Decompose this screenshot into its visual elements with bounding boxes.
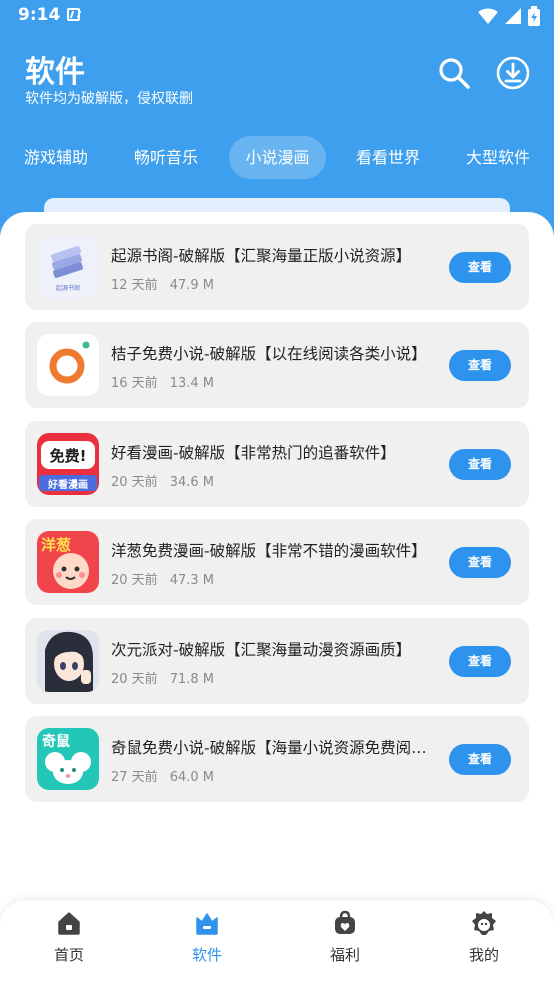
app-title: 次元派对-破解版【汇聚海量动漫资源画质】 <box>111 641 412 659</box>
nav-welfare[interactable]: 福利 <box>300 910 390 978</box>
book-stack-icon: 起源书阁 <box>37 236 99 298</box>
anime-girl-icon <box>37 630 99 692</box>
app-meta: 20 天前 47.3 M <box>111 569 214 588</box>
view-button[interactable]: 查看 <box>449 646 511 677</box>
software-icon <box>196 913 218 935</box>
bottom-navigation: 首页 软件 福利 我的 <box>0 900 554 984</box>
status-time: 9:14 <box>18 5 61 25</box>
app-size: 34.6 M <box>169 475 214 490</box>
view-button[interactable]: 查看 <box>449 252 511 283</box>
mouse-novel-icon: 奇鼠 <box>37 728 99 790</box>
orange-ring-icon <box>37 334 99 396</box>
home-icon <box>58 912 80 935</box>
wifi-icon <box>478 8 498 24</box>
page-subtitle: 软件均为破解版，侵权联删 <box>25 91 193 107</box>
app-meta: 20 天前 71.8 M <box>111 668 214 687</box>
list-item[interactable]: 奇鼠 奇鼠免费小说-破解版【海量小说资源免费阅读】 27 天前 64.0 M 查看 <box>25 716 529 802</box>
list-item[interactable]: 洋葱 洋葱免费漫画-破解版【非常不错的漫画软件】 20 天前 47.3 M 查看 <box>25 519 529 605</box>
gift-bag-icon <box>335 910 355 934</box>
app-updated: 16 天前 <box>111 376 158 391</box>
tab-music[interactable]: 畅听音乐 <box>120 136 212 179</box>
app-size: 47.3 M <box>169 573 214 588</box>
notification-icon <box>67 8 80 21</box>
onion-comic-icon: 洋葱 <box>37 531 99 593</box>
profile-icon <box>472 911 496 935</box>
app-updated: 20 天前 <box>111 475 158 490</box>
tab-large-software[interactable]: 大型软件 <box>452 136 544 179</box>
view-button[interactable]: 查看 <box>449 449 511 480</box>
list-item[interactable]: 次元派对-破解版【汇聚海量动漫资源画质】 20 天前 71.8 M 查看 <box>25 618 529 704</box>
battery-icon <box>528 6 540 26</box>
page-title: 软件 <box>25 55 85 90</box>
app-title: 洋葱免费漫画-破解版【非常不错的漫画软件】 <box>111 542 427 560</box>
app-meta: 16 天前 13.4 M <box>111 372 214 391</box>
app-updated: 20 天前 <box>111 672 158 687</box>
app-updated: 27 天前 <box>111 770 158 785</box>
tab-game-assist[interactable]: 游戏辅助 <box>10 136 102 179</box>
nav-label: 福利 <box>329 946 360 964</box>
nav-label: 首页 <box>53 946 84 964</box>
app-title: 桔子免费小说-破解版【以在线阅读各类小说】 <box>111 345 427 363</box>
app-meta: 27 天前 64.0 M <box>111 766 214 785</box>
signal-icon <box>505 8 521 24</box>
app-list-panel: 起源书阁 起源书阁-破解版【汇聚海量正版小说资源】 12 天前 47.9 M 查看… <box>0 212 554 984</box>
icon-caption: 起源书阁 <box>55 285 80 292</box>
list-item[interactable]: 免费! 好看漫画 好看漫画-破解版【非常热门的追番软件】 20 天前 34.6 M… <box>25 421 529 507</box>
status-icons <box>478 6 540 26</box>
tab-novel-comic[interactable]: 小说漫画 <box>229 136 326 179</box>
app-title: 奇鼠免费小说-破解版【海量小说资源免费阅读】 <box>111 739 431 757</box>
view-button[interactable]: 查看 <box>449 744 511 775</box>
list-item[interactable]: 起源书阁 起源书阁-破解版【汇聚海量正版小说资源】 12 天前 47.9 M 查看 <box>25 224 529 310</box>
app-meta: 20 天前 34.6 M <box>111 471 214 490</box>
app-meta: 12 天前 47.9 M <box>111 274 214 293</box>
app-size: 71.8 M <box>169 672 214 687</box>
tab-world[interactable]: 看看世界 <box>342 136 434 179</box>
app-updated: 20 天前 <box>111 573 158 588</box>
category-tabs: 游戏辅助 畅听音乐 小说漫画 看看世界 大型软件 <box>0 136 554 180</box>
nav-label: 我的 <box>468 946 499 964</box>
status-bar: 9:14 <box>0 0 554 32</box>
list-item[interactable]: 桔子免费小说-破解版【以在线阅读各类小说】 16 天前 13.4 M 查看 <box>25 322 529 408</box>
download-icon[interactable] <box>495 55 531 91</box>
app-size: 47.9 M <box>169 278 214 293</box>
view-button[interactable]: 查看 <box>449 547 511 578</box>
view-button[interactable]: 查看 <box>449 350 511 381</box>
app-size: 64.0 M <box>169 770 214 785</box>
app-title: 起源书阁-破解版【汇聚海量正版小说资源】 <box>111 247 412 265</box>
icon-text-bottom: 好看漫画 <box>48 480 88 491</box>
nav-profile[interactable]: 我的 <box>439 910 529 978</box>
nav-home[interactable]: 首页 <box>24 910 114 978</box>
search-icon[interactable] <box>436 55 472 91</box>
nav-label: 软件 <box>191 946 222 964</box>
nav-software[interactable]: 软件 <box>162 910 252 978</box>
icon-text-top: 免费! <box>49 447 87 465</box>
app-size: 13.4 M <box>169 376 214 391</box>
app-updated: 12 天前 <box>111 278 158 293</box>
app-title: 好看漫画-破解版【非常热门的追番软件】 <box>111 444 396 462</box>
free-comic-icon: 免费! 好看漫画 <box>37 433 99 495</box>
